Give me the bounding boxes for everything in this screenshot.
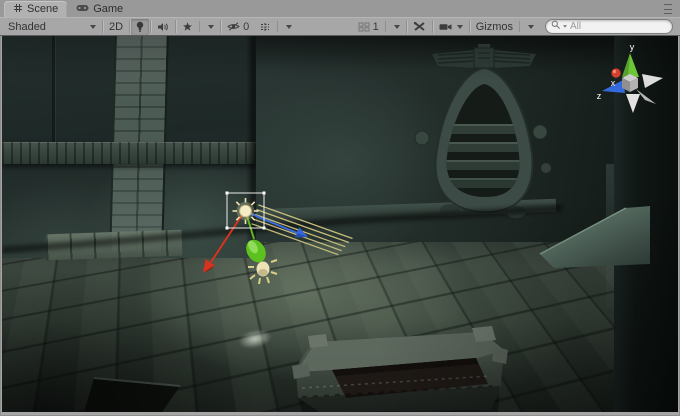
2d-toggle-label: 2D [109,21,123,33]
grid-visibility-dropdown[interactable] [254,19,297,35]
axis-z-label: z [597,91,602,101]
axis-neg-handle[interactable] [626,94,640,113]
shading-mode-label: Shaded [8,21,46,33]
separator [406,20,407,33]
eye-slash-icon [227,22,240,31]
tools-button[interactable] [408,19,431,35]
chevron-down-icon [90,25,96,29]
lighting-toggle[interactable] [131,19,149,35]
snap-count: 1 [373,21,379,33]
separator [432,20,433,33]
search-input[interactable] [567,21,667,32]
separator [199,21,200,32]
separator [129,20,130,33]
audio-toggle[interactable] [152,19,174,35]
gizmo-overlay: y x z [2,36,678,412]
move-gizmo-x-handle[interactable] [203,215,242,273]
tab-scene[interactable]: Scene [4,1,67,17]
separator [385,21,386,32]
axis-neg-handle[interactable] [642,74,663,88]
pane-menu-icon[interactable] [664,4,672,14]
effects-dropdown[interactable] [177,19,219,35]
axis-x-label: x [611,78,616,88]
tab-game-label: Game [93,3,123,15]
scene-view-window: Scene Game Shaded 2D [0,0,680,416]
hidden-count: 0 [243,21,249,33]
snap-settings-dropdown[interactable]: 1 [353,19,405,35]
tab-game[interactable]: Game [67,1,132,17]
tab-bar: Scene Game [0,0,680,17]
grid-icon [13,3,23,16]
magnifier-icon[interactable] [551,20,561,33]
grid-axes-icon [259,22,271,32]
separator [519,21,520,32]
chevron-down-icon [457,25,463,29]
orientation-gizmo[interactable]: y x z [597,42,663,113]
scene-viewport[interactable]: y x z [2,36,678,412]
gizmos-label: Gizmos [476,21,513,33]
toolbar-right-cluster: 1 Gizmos [353,19,677,35]
chevron-down-icon [394,25,400,29]
camera-settings-dropdown[interactable] [434,19,468,35]
separator [469,20,470,33]
2d-toggle[interactable]: 2D [104,19,128,35]
gizmos-search-field[interactable] [545,19,673,34]
sparkle-icon [182,22,193,32]
gizmos-dropdown[interactable]: Gizmos [471,19,539,35]
separator [102,20,103,33]
scene-toolbar: Shaded 2D [0,17,680,36]
speaker-icon [157,22,169,32]
chevron-down-icon [286,25,292,29]
shading-mode-dropdown[interactable]: Shaded [3,19,101,35]
lightbulb-icon [136,21,144,33]
separator [277,21,278,32]
separator [175,20,176,33]
tab-scene-label: Scene [27,3,58,15]
scene-visibility-toggle[interactable]: 0 [222,19,254,35]
separator [150,20,151,33]
grid-2x2-icon [358,22,370,32]
crossed-tools-icon [413,21,426,32]
chevron-down-icon [208,25,214,29]
camera-icon [439,23,452,31]
directional-light-icon[interactable] [233,198,259,224]
chevron-down-icon [528,25,534,29]
separator [220,20,221,33]
axis-x-handle[interactable] [611,68,620,77]
axis-y-label: y [630,42,635,52]
directional-light-rays [252,205,353,255]
point-light-icon[interactable] [242,236,277,284]
gamepad-icon [76,3,89,15]
